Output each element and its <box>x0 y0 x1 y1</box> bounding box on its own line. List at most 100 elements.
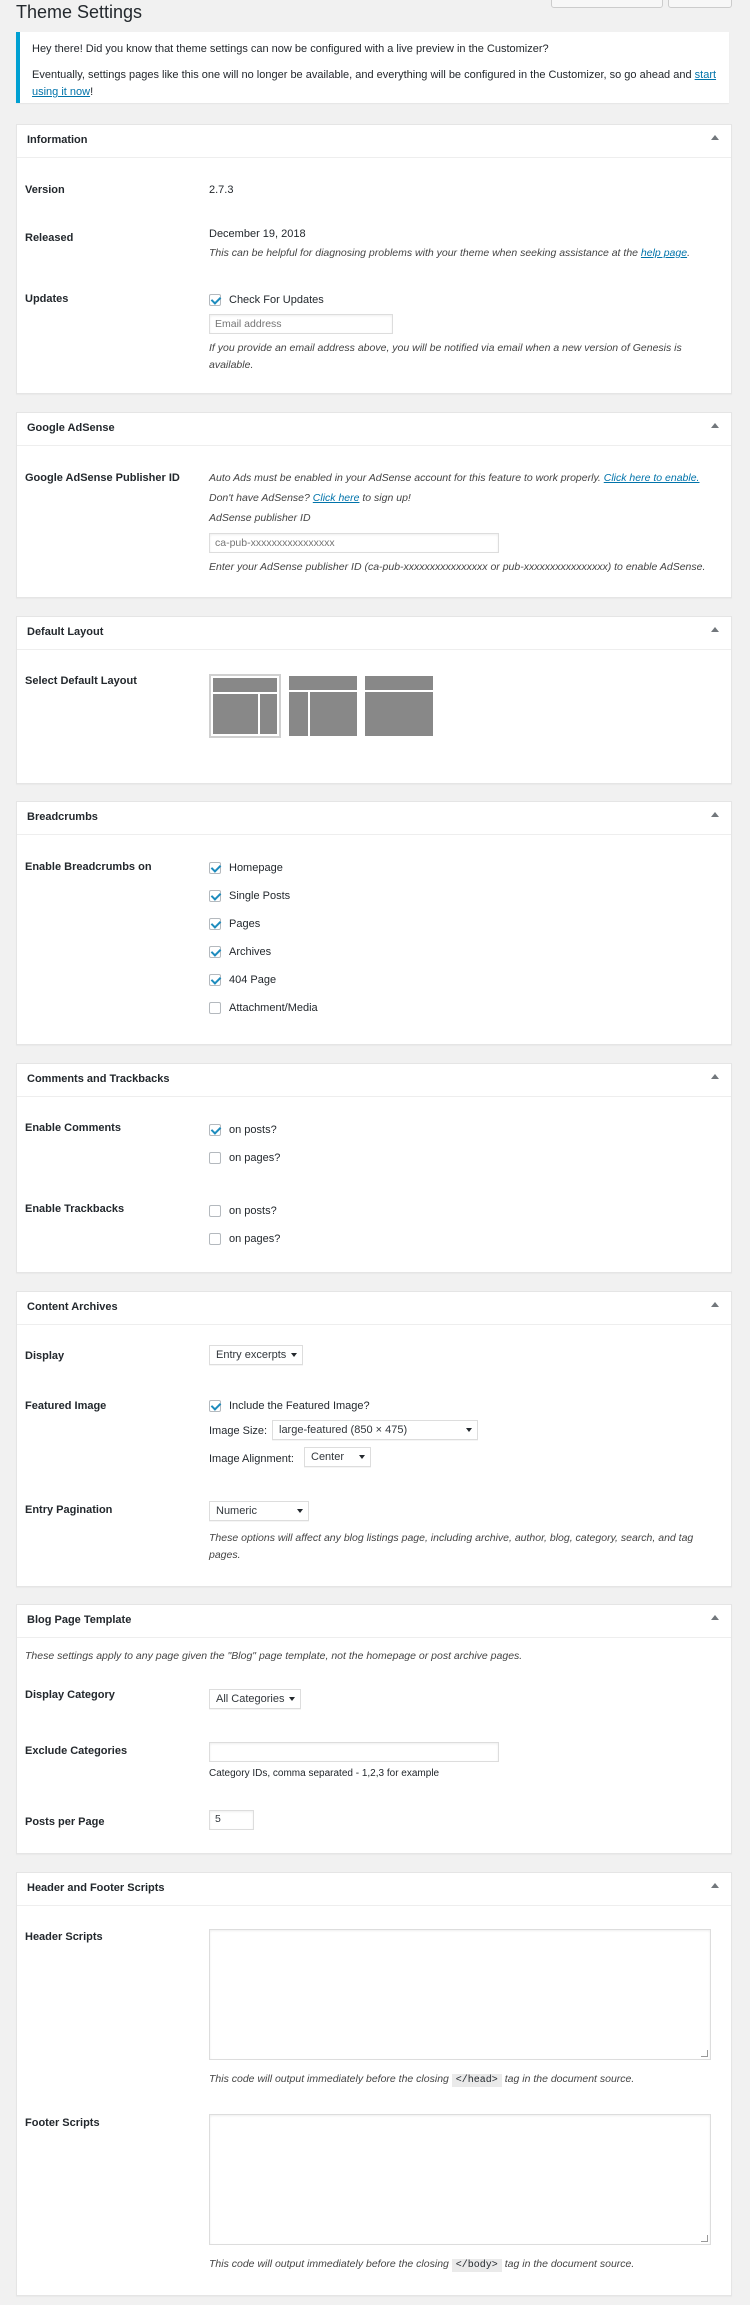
breadcrumb-option-label: Single Posts <box>229 890 291 902</box>
collapse-toggle-icon[interactable] <box>711 812 719 817</box>
breadcrumb-checkbox-homepage[interactable] <box>209 862 221 874</box>
footer-desc-suffix: tag in the document source. <box>501 2258 635 2270</box>
enable-auto-ads-link[interactable]: Click here to enable. <box>604 472 700 484</box>
released-desc-text: This can be helpful for diagnosing probl… <box>209 247 641 259</box>
breadcrumb-checkbox-single-posts[interactable] <box>209 890 221 902</box>
trackbacks-posts-checkbox[interactable] <box>209 1205 221 1217</box>
collapse-toggle-icon[interactable] <box>711 1302 719 1307</box>
comments-header[interactable]: Comments and Trackbacks <box>17 1064 731 1097</box>
category-value: All Categories <box>216 1693 285 1705</box>
include-featured-checkbox[interactable] <box>209 1400 221 1412</box>
signup-suffix: to sign up! <box>359 492 411 504</box>
breadcrumbs-header[interactable]: Breadcrumbs <box>17 802 731 835</box>
released-desc-suffix: . <box>687 247 690 259</box>
layout-content-sidebar[interactable] <box>209 674 281 738</box>
information-header[interactable]: Information <box>17 125 731 158</box>
collapse-toggle-icon[interactable] <box>711 135 719 140</box>
released-value: December 19, 2018 <box>209 228 306 240</box>
breadcrumbs-title: Breadcrumbs <box>27 811 98 823</box>
pagination-description: These options will affect any blog listi… <box>209 1532 694 1561</box>
breadcrumb-option-label: Pages <box>229 918 261 930</box>
display-select-value: Entry excerpts <box>216 1349 287 1361</box>
blog-template-box: Blog Page Template These settings apply … <box>16 1604 732 1854</box>
image-size-select[interactable]: large-featured (850 × 475) <box>272 1420 478 1440</box>
chevron-down-icon <box>466 1428 472 1432</box>
blog-template-intro: These settings apply to any page given t… <box>25 1650 523 1662</box>
exclude-categories-hint: Category IDs, comma separated - 1,2,3 fo… <box>209 1768 440 1779</box>
footer-scripts-description: This code will output immediately before… <box>209 2256 634 2274</box>
content-archives-box: Content Archives Display Entry excerpts … <box>16 1291 732 1587</box>
top-action-button[interactable] <box>551 0 663 8</box>
publisher-id-input[interactable] <box>209 533 499 553</box>
default-layout-header[interactable]: Default Layout <box>17 617 731 650</box>
footer-scripts-textarea[interactable] <box>209 2114 711 2245</box>
include-featured-label: Include the Featured Image? <box>229 1400 370 1412</box>
comments-posts-label: on posts? <box>229 1124 277 1136</box>
adsense-title: Google AdSense <box>27 422 115 434</box>
notice-suffix: ! <box>90 86 94 98</box>
breadcrumb-checkbox-archives[interactable] <box>209 946 221 958</box>
comments-posts-checkbox[interactable] <box>209 1124 221 1136</box>
breadcrumb-checkbox-404-page[interactable] <box>209 974 221 986</box>
header-desc-text: This code will output immediately before… <box>209 2073 452 2085</box>
blog-template-header[interactable]: Blog Page Template <box>17 1605 731 1638</box>
scripts-header[interactable]: Header and Footer Scripts <box>17 1873 731 1906</box>
body-code: </body> <box>451 2259 502 2272</box>
featured-image-label: Featured Image <box>25 1400 107 1412</box>
content-archives-title: Content Archives <box>27 1301 118 1313</box>
publisher-id-description: Enter your AdSense publisher ID (ca-pub-… <box>209 561 706 573</box>
header-scripts-textarea[interactable] <box>209 1929 711 2060</box>
comments-pages-checkbox[interactable] <box>209 1152 221 1164</box>
notice-line-2: Eventually, settings pages like this one… <box>32 67 717 101</box>
check-updates-checkbox[interactable] <box>209 294 221 306</box>
footer-desc-text: This code will output immediately before… <box>209 2258 452 2270</box>
updates-label: Updates <box>25 293 69 305</box>
email-description: If you provide an email address above, y… <box>209 342 682 371</box>
default-layout-title: Default Layout <box>27 626 104 638</box>
auto-ads-text: Auto Ads must be enabled in your AdSense… <box>209 472 604 484</box>
collapse-toggle-icon[interactable] <box>711 1615 719 1620</box>
breadcrumb-option-label: Attachment/Media <box>229 1002 318 1014</box>
breadcrumb-checkbox-pages[interactable] <box>209 918 221 930</box>
breadcrumb-option-label: 404 Page <box>229 974 277 986</box>
enable-comments-label: Enable Comments <box>25 1122 121 1134</box>
collapse-toggle-icon[interactable] <box>711 423 719 428</box>
notice-text: Eventually, settings pages like this one… <box>32 69 695 81</box>
layout-full-width[interactable] <box>363 674 435 738</box>
image-alignment-select[interactable]: Center <box>304 1447 371 1467</box>
version-value: 2.7.3 <box>209 184 234 196</box>
help-page-link[interactable]: help page <box>641 247 687 259</box>
enable-breadcrumbs-label: Enable Breadcrumbs on <box>25 861 152 873</box>
trackbacks-pages-checkbox[interactable] <box>209 1233 221 1245</box>
image-alignment-value: Center <box>311 1451 345 1463</box>
footer-scripts-label: Footer Scripts <box>25 2117 100 2129</box>
exclude-categories-input[interactable] <box>209 1742 499 1762</box>
comments-box: Comments and Trackbacks Enable Comments … <box>16 1063 732 1273</box>
posts-per-page-input[interactable]: 5 <box>209 1810 254 1830</box>
released-label: Released <box>25 232 74 244</box>
head-code: </head> <box>451 2074 502 2087</box>
page-title: Theme Settings <box>16 2 143 22</box>
display-category-label: Display Category <box>25 1689 115 1701</box>
exclude-categories-label: Exclude Categories <box>25 1745 128 1757</box>
entry-pagination-select[interactable]: Numeric <box>209 1501 309 1521</box>
top-help-button[interactable] <box>668 0 732 8</box>
display-select[interactable]: Entry excerpts <box>209 1345 303 1365</box>
content-archives-header[interactable]: Content Archives <box>17 1292 731 1325</box>
display-category-select[interactable]: All Categories <box>209 1689 301 1709</box>
adsense-signup-link[interactable]: Click here <box>313 492 360 504</box>
update-email-input[interactable] <box>209 314 393 334</box>
signup-note: Don't have AdSense? Click here to sign u… <box>209 490 411 507</box>
collapse-toggle-icon[interactable] <box>711 1074 719 1079</box>
collapse-toggle-icon[interactable] <box>711 627 719 632</box>
layout-sidebar-content[interactable] <box>287 674 359 738</box>
adsense-header[interactable]: Google AdSense <box>17 413 731 446</box>
collapse-toggle-icon[interactable] <box>711 1883 719 1888</box>
breadcrumb-checkbox-attachment-media[interactable] <box>209 1002 221 1014</box>
scripts-box: Header and Footer Scripts Header Scripts… <box>16 1872 732 2296</box>
header-scripts-description: This code will output immediately before… <box>209 2071 634 2089</box>
check-updates-label: Check For Updates <box>229 294 324 306</box>
comments-pages-label: on pages? <box>229 1152 281 1164</box>
notice-line-1: Hey there! Did you know that theme setti… <box>32 43 549 55</box>
pagination-value: Numeric <box>216 1505 257 1517</box>
